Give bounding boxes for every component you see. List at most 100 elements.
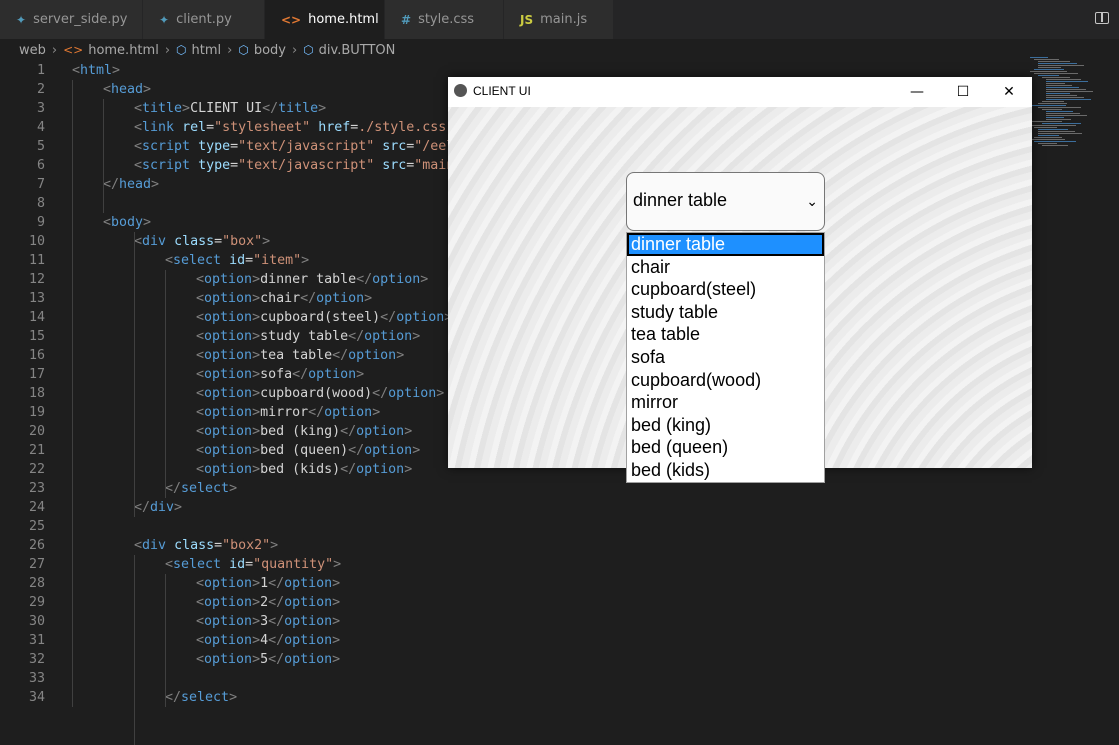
window-titlebar[interactable]: CLIENT UI — ☐ ✕ xyxy=(448,77,1032,107)
line-number: 15 xyxy=(28,329,45,344)
dropdown-option[interactable]: study table xyxy=(627,301,824,324)
line-number: 5 xyxy=(36,139,45,154)
dropdown-option[interactable]: mirror xyxy=(627,391,824,414)
code-line[interactable]: 26 <div class="box2"> xyxy=(0,536,1119,555)
minimap-line xyxy=(1038,107,1081,108)
globe-icon xyxy=(454,84,467,97)
line-number: 4 xyxy=(36,120,45,135)
minimap-line xyxy=(1042,145,1068,146)
minimap-line xyxy=(1038,103,1067,104)
code-text: </div> xyxy=(134,500,183,515)
item-select-value: dinner table xyxy=(633,190,728,210)
line-number: 10 xyxy=(28,234,45,249)
line-number: 13 xyxy=(28,291,45,306)
dropdown-option[interactable]: cupboard(steel) xyxy=(627,278,824,301)
dropdown-option[interactable]: cupboard(wood) xyxy=(627,369,824,392)
minimap-line xyxy=(1046,111,1073,112)
code-text: <select id="item"> xyxy=(165,253,310,268)
minimap-line xyxy=(1030,139,1065,140)
code-text: <body> xyxy=(103,215,152,230)
minimap-line xyxy=(1042,109,1062,110)
split-editor-icon[interactable] xyxy=(1095,12,1109,24)
line-number: 33 xyxy=(28,671,45,686)
code-line[interactable]: 27 <select id="quantity"> xyxy=(0,555,1119,574)
line-number: 19 xyxy=(28,405,45,420)
minimap-line xyxy=(1034,59,1059,60)
html-icon: <> xyxy=(63,43,84,57)
line-number: 11 xyxy=(28,253,45,268)
minimap-line xyxy=(1030,57,1048,58)
code-text: <script type="text/javascript" src="/eel… xyxy=(134,139,463,154)
line-number: 29 xyxy=(28,595,45,610)
minimap-line xyxy=(1046,87,1079,88)
minimap-line xyxy=(1034,137,1062,138)
code-line[interactable]: 23 </select> xyxy=(0,479,1119,498)
breadcrumb-separator: › xyxy=(291,42,298,58)
line-number: 23 xyxy=(28,481,45,496)
tab-client-py[interactable]: ✦ client.py xyxy=(143,0,265,39)
item-select[interactable]: dinner table ⌄ xyxy=(626,172,825,231)
breadcrumb-item[interactable]: html xyxy=(192,43,222,58)
breadcrumb-separator: › xyxy=(164,42,171,58)
code-line[interactable]: 25 xyxy=(0,517,1119,536)
code-line[interactable]: 34 </select> xyxy=(0,688,1119,707)
minimap-line xyxy=(1030,125,1076,126)
item-dropdown-list[interactable]: dinner table chair cupboard(steel) study ta… xyxy=(626,232,825,483)
dropdown-option[interactable]: bed (king) xyxy=(627,414,824,437)
indent-guide xyxy=(103,99,104,213)
dropdown-option[interactable]: chair xyxy=(627,256,824,279)
dropdown-option[interactable]: bed (kids) xyxy=(627,459,824,482)
line-number: 25 xyxy=(28,519,45,534)
tab-home-html[interactable]: <>home.html✕ xyxy=(265,0,400,39)
tab-label: style.css xyxy=(418,12,475,27)
indent-guide xyxy=(72,80,73,707)
code-text: <option>study table</option> xyxy=(196,329,421,344)
line-number: 32 xyxy=(28,652,45,667)
line-number: 30 xyxy=(28,614,45,629)
indent-guide xyxy=(134,555,135,745)
line-number: 21 xyxy=(28,443,45,458)
dropdown-option[interactable]: sofa xyxy=(627,346,824,369)
breadcrumb-item[interactable]: web xyxy=(19,43,46,58)
code-line[interactable]: 33 xyxy=(0,669,1119,688)
line-number: 8 xyxy=(36,196,45,211)
code-text: </head> xyxy=(103,177,160,192)
code-line[interactable]: 32 <option>5</option> xyxy=(0,650,1119,669)
code-line[interactable]: 24 </div> xyxy=(0,498,1119,517)
minimap-line xyxy=(1042,101,1064,102)
breadcrumb: web › <> home.html › ⬡ html › ⬡ body › ⬡ div.BUTTON xyxy=(19,39,395,61)
code-text: <head> xyxy=(103,82,152,97)
code-text: <select id="quantity"> xyxy=(165,557,342,572)
breadcrumb-item[interactable]: body xyxy=(254,43,286,58)
dropdown-option[interactable]: bed (queen) xyxy=(627,436,824,459)
close-button[interactable]: ✕ xyxy=(986,77,1032,107)
line-number: 18 xyxy=(28,386,45,401)
code-text: <script type="text/javascript" src="main… xyxy=(134,158,463,173)
client-ui-window: CLIENT UI — ☐ ✕ dinner table ⌄ dinner ta… xyxy=(448,77,1032,483)
breadcrumb-item[interactable]: home.html xyxy=(88,43,159,58)
css-icon: # xyxy=(401,12,412,27)
minimap[interactable] xyxy=(1024,57,1119,152)
code-line[interactable]: 28 <option>1</option> xyxy=(0,574,1119,593)
indent-guide xyxy=(165,270,166,498)
minimap-line xyxy=(1046,95,1077,96)
code-line[interactable]: 30 <option>3</option> xyxy=(0,612,1119,631)
dropdown-option[interactable]: tea table xyxy=(627,323,824,346)
tab-label: client.py xyxy=(176,12,232,27)
code-text: <option>chair</option> xyxy=(196,291,373,306)
minimap-line xyxy=(1034,141,1076,142)
tab-server-side-py[interactable]: ✦ server_side.py xyxy=(0,0,143,39)
maximize-button[interactable]: ☐ xyxy=(940,77,986,107)
dropdown-option[interactable]: dinner table xyxy=(627,233,824,256)
code-text: </select> xyxy=(165,690,238,705)
line-number: 14 xyxy=(28,310,45,325)
code-line[interactable]: 31 <option>4</option> xyxy=(0,631,1119,650)
window-content: dinner table ⌄ dinner table chair cupboard… xyxy=(448,107,1032,483)
code-line[interactable]: 29 <option>2</option> xyxy=(0,593,1119,612)
minimap-line xyxy=(1038,63,1077,64)
tab-style-css[interactable]: # style.css xyxy=(385,0,504,39)
minimize-button[interactable]: — xyxy=(894,77,940,107)
tab-main-js[interactable]: JS main.js xyxy=(504,0,614,39)
code-text: <option>1</option> xyxy=(196,576,341,591)
breadcrumb-item[interactable]: div.BUTTON xyxy=(319,43,396,58)
